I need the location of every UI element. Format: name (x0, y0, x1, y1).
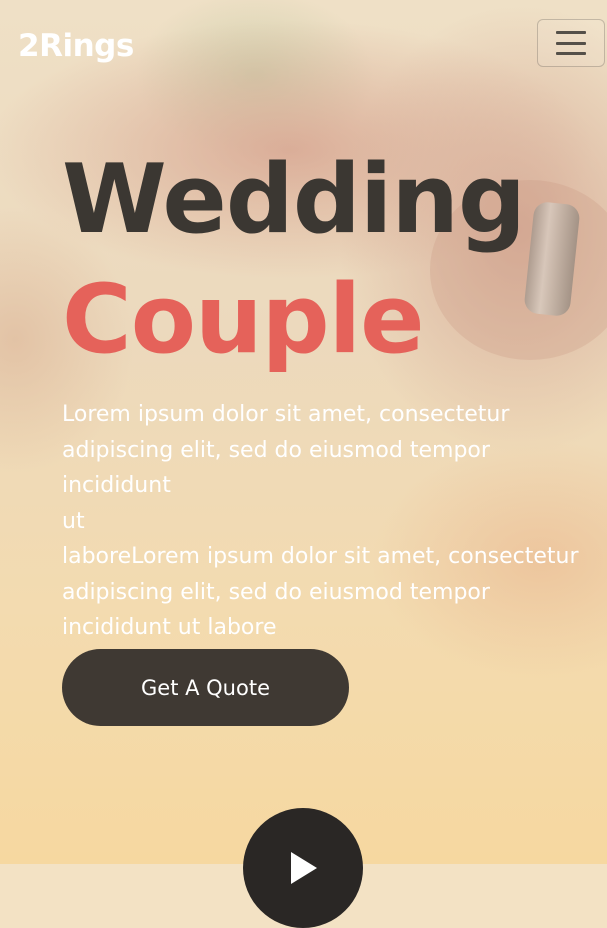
description-line: adipiscing elit, sed do eiusmod tempor (62, 579, 490, 605)
get-a-quote-button[interactable]: Get A Quote (62, 649, 349, 726)
hero-title-line-2: Couple (62, 265, 425, 375)
hamburger-bar (556, 31, 586, 34)
hero-description: Lorem ipsum dolor sit amet, consectetur … (62, 397, 592, 646)
navbar: 2Rings (0, 0, 607, 95)
description-line: adipiscing elit, sed do eiusmod tempor i… (62, 437, 490, 499)
description-line: Lorem ipsum dolor sit amet, consectetur (62, 402, 510, 427)
description-line: laboreLorem ipsum dolor sit amet, consec… (62, 544, 579, 569)
description-line: ut (62, 508, 85, 534)
hamburger-bar (556, 52, 586, 55)
hero-title-line-1: Wedding (62, 145, 526, 255)
description-line: incididunt ut labore (62, 615, 277, 640)
hero-title: Wedding Couple (62, 140, 592, 380)
play-video-button[interactable] (243, 808, 363, 928)
hamburger-bar (556, 41, 586, 45)
navbar-toggler-button[interactable] (537, 19, 605, 67)
brand-logo[interactable]: 2Rings (18, 28, 134, 64)
hamburger-menu-icon (556, 31, 586, 55)
play-icon (291, 852, 317, 884)
